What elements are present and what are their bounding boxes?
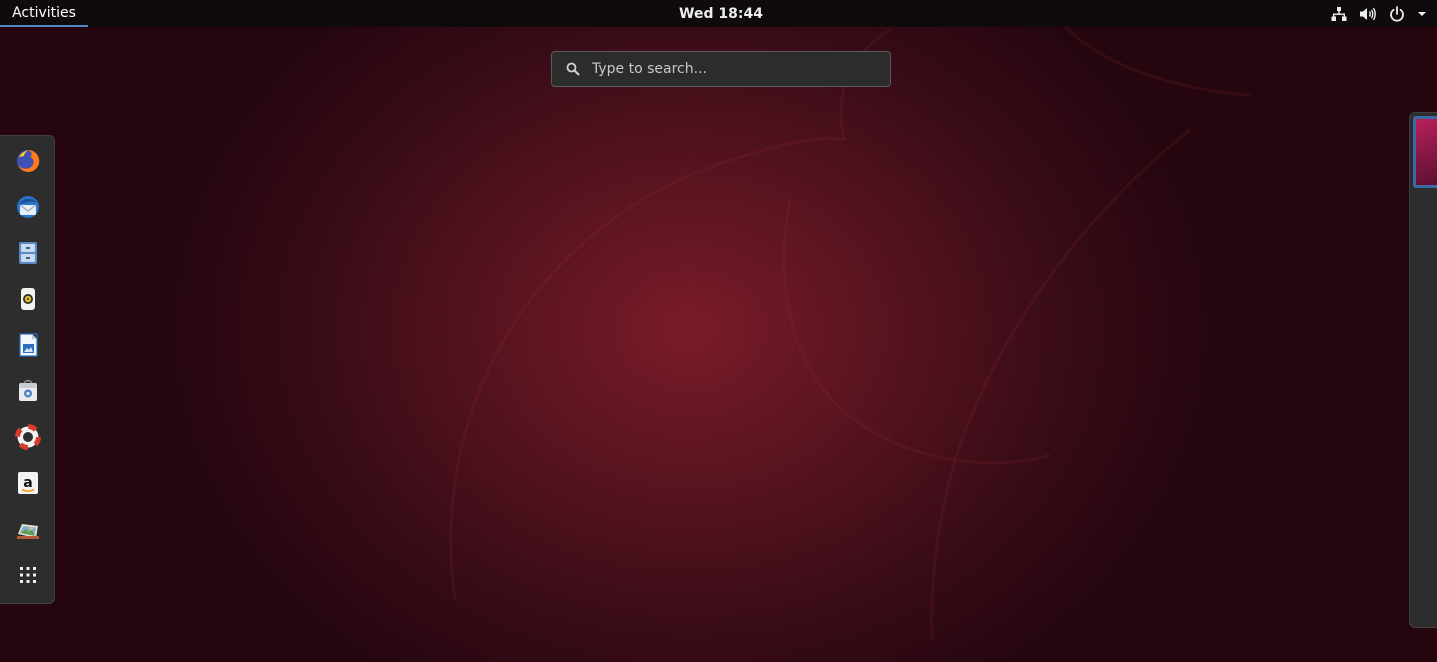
workspace-switcher	[1409, 112, 1437, 628]
dock: a	[0, 135, 55, 604]
top-bar: Activities Wed 18:44	[0, 0, 1437, 27]
dock-item-show-applications[interactable]	[0, 557, 55, 597]
files-icon	[16, 240, 40, 270]
search-icon	[566, 62, 580, 76]
dock-item-amazon[interactable]: a	[0, 465, 55, 505]
system-tray[interactable]	[1331, 0, 1427, 27]
firefox-icon	[15, 148, 41, 178]
help-icon	[14, 424, 41, 454]
dock-item-rhythmbox[interactable]	[0, 281, 55, 321]
activities-button[interactable]: Activities	[0, 0, 88, 27]
search-box[interactable]	[551, 51, 891, 87]
dock-item-files[interactable]	[0, 235, 55, 275]
search-input[interactable]	[590, 60, 890, 78]
network-icon[interactable]	[1331, 6, 1347, 22]
svg-text:a: a	[23, 475, 32, 491]
wallpaper	[449, 19, 1251, 641]
dropdown-arrow-icon[interactable]	[1417, 6, 1427, 22]
photos-icon	[15, 516, 41, 546]
rhythmbox-icon	[16, 286, 40, 316]
dock-item-software[interactable]	[0, 373, 55, 413]
workspace-thumbnail[interactable]	[1413, 116, 1437, 188]
apps-grid-icon	[19, 566, 37, 588]
clock[interactable]: Wed 18:44	[660, 0, 782, 27]
writer-icon	[16, 332, 40, 362]
dock-item-libreoffice-writer[interactable]	[0, 327, 55, 367]
thunderbird-icon	[15, 194, 41, 224]
volume-icon[interactable]	[1359, 6, 1377, 22]
dock-item-help[interactable]	[0, 419, 55, 459]
dock-item-firefox[interactable]	[0, 143, 55, 183]
power-icon[interactable]	[1389, 5, 1405, 22]
dock-item-photo-viewer[interactable]	[0, 511, 55, 551]
amazon-icon: a	[16, 470, 40, 500]
dock-item-thunderbird[interactable]	[0, 189, 55, 229]
software-icon	[16, 378, 40, 408]
